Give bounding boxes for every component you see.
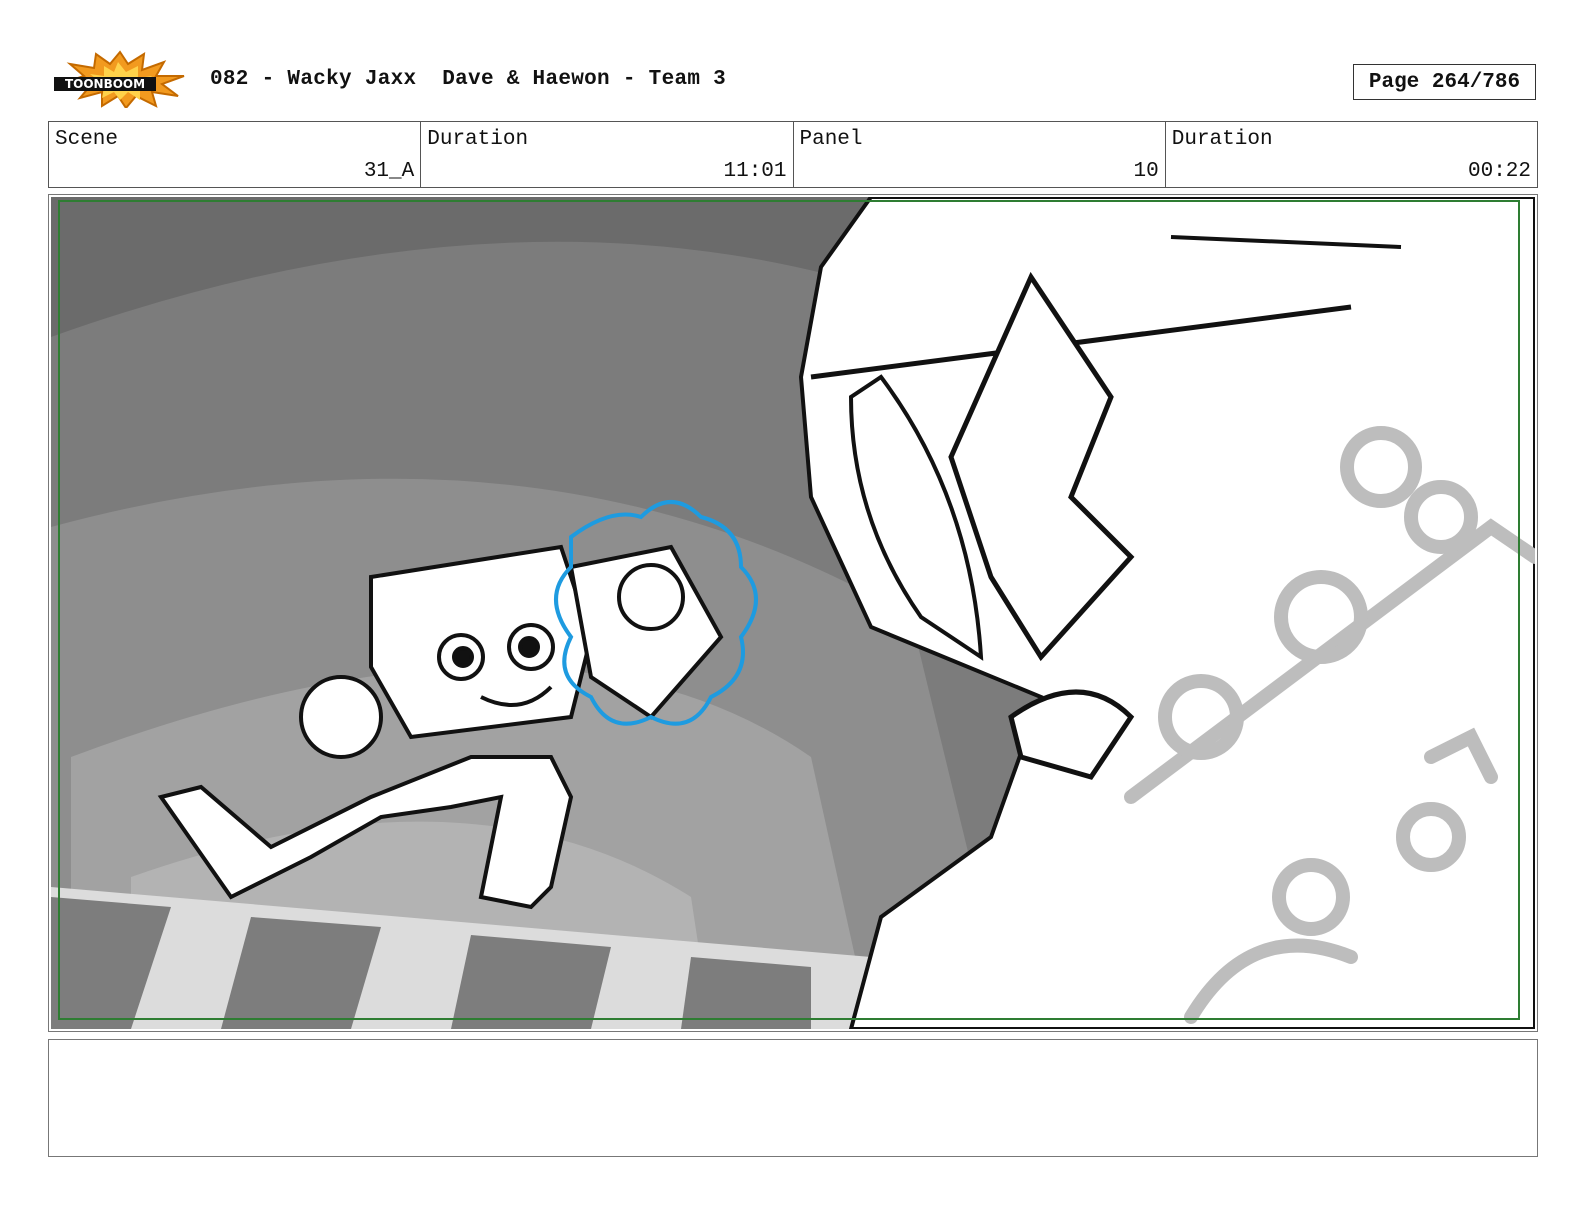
panel-cell: Panel 10: [792, 122, 1165, 187]
panel-duration-value: 00:22: [1467, 160, 1531, 183]
panel-label: Panel: [799, 128, 863, 151]
toonboom-logo: TOONBOOM: [52, 50, 188, 110]
scene-cell: Scene 31_A: [49, 122, 420, 187]
panel-notes: [48, 1039, 1538, 1157]
scene-duration-label: Duration: [427, 128, 529, 151]
storyboard-panel: [48, 194, 1538, 1032]
panel-drawing: [51, 197, 1535, 1029]
panel-duration-label: Duration: [1171, 128, 1273, 151]
page-number: Page 264/786: [1353, 64, 1536, 100]
logo-text: TOONBOOM: [65, 77, 145, 91]
scene-duration-cell: Duration 11:01: [420, 122, 792, 187]
panel-value: 10: [1133, 160, 1159, 183]
panel-duration-cell: Duration 00:22: [1164, 122, 1537, 187]
scene-duration-value: 11:01: [723, 160, 787, 183]
scene-label: Scene: [55, 128, 119, 151]
scene-value: 31_A: [363, 160, 415, 183]
info-bar: Scene 31_A Duration 11:01 Panel 10 Durat…: [48, 121, 1538, 188]
document-title: 082 - Wacky Jaxx Dave & Haewon - Team 3: [210, 68, 727, 91]
